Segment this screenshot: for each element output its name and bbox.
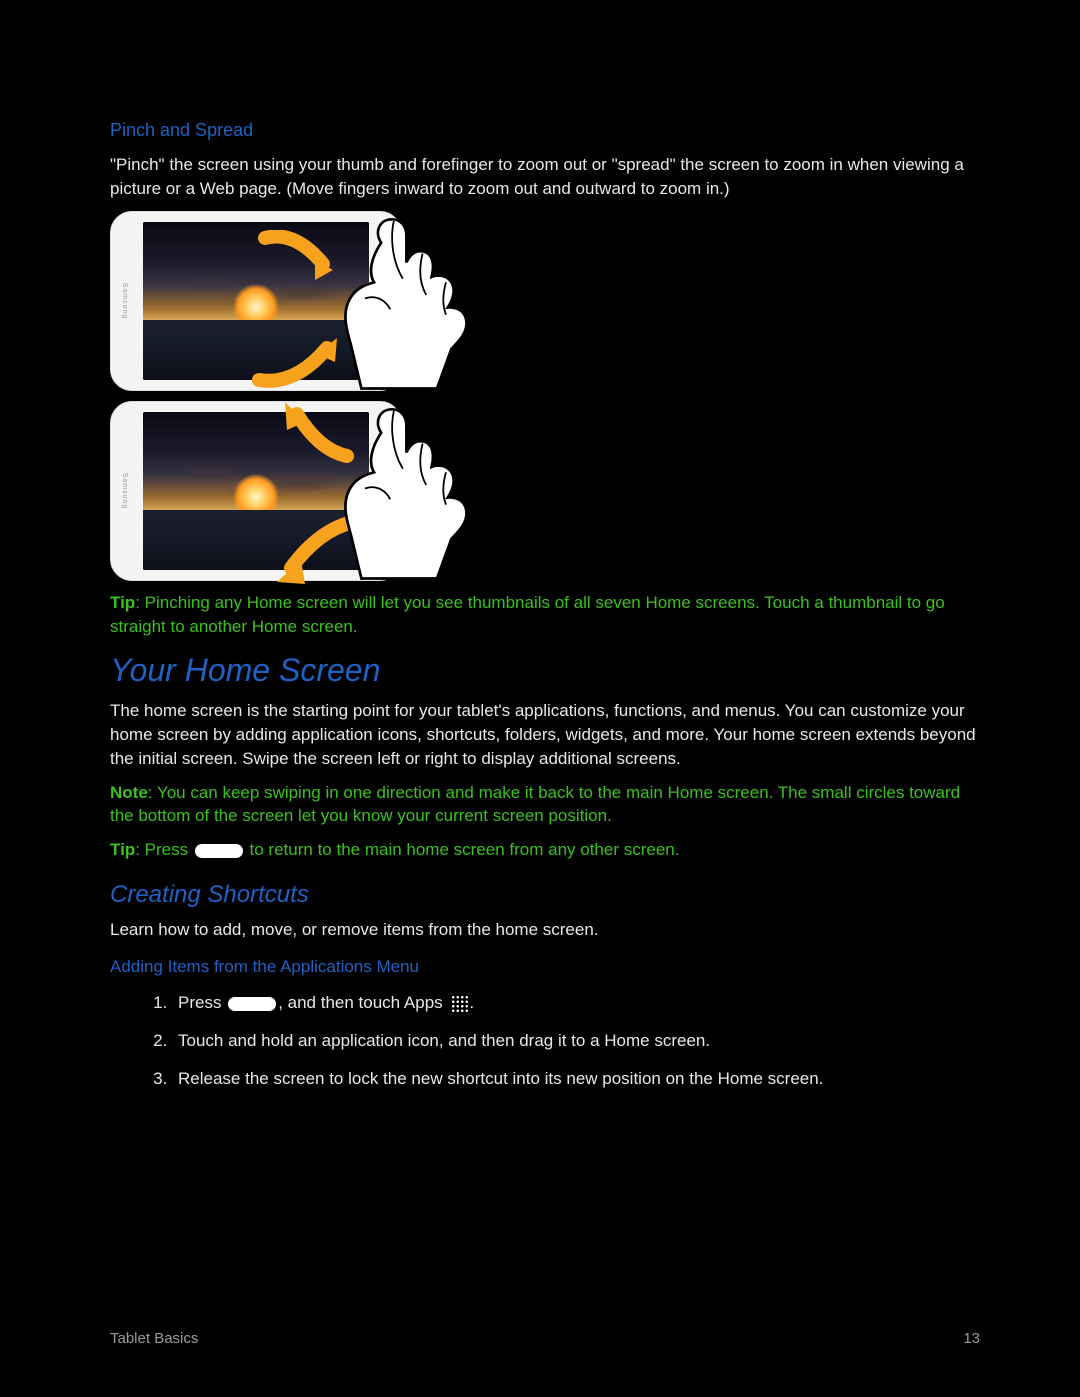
note-text: : You can keep swiping in one direction … — [110, 783, 960, 826]
camera-dot — [380, 472, 387, 479]
apps-grid-icon — [451, 995, 469, 1013]
tip-after: to return to the main home screen from a… — [245, 840, 680, 859]
heading-adding-items: Adding Items from the Applications Menu — [110, 955, 980, 979]
body-pinch-spread: "Pinch" the screen using your thumb and … — [110, 153, 980, 201]
pinch-spread-illustration: Samsung — [110, 211, 980, 581]
list-item: Release the screen to lock the new short… — [172, 1067, 980, 1091]
tip-home: Tip: Press to return to the main home sc… — [110, 838, 980, 862]
heading-pinch-spread: Pinch and Spread — [110, 118, 980, 143]
tip-text: : Pinching any Home screen will let you … — [110, 593, 945, 636]
body-creating-shortcuts: Learn how to add, move, or remove items … — [110, 918, 980, 942]
body-home-screen: The home screen is the starting point fo… — [110, 699, 980, 770]
camera-dot — [380, 282, 387, 289]
list-item: Press , and then touch Apps . — [172, 991, 980, 1015]
speaker-dot — [382, 304, 386, 308]
heading-home-screen: Your Home Screen — [110, 648, 980, 693]
tip-before: : Press — [135, 840, 193, 859]
heading-creating-shortcuts: Creating Shortcuts — [110, 878, 980, 912]
home-button-icon — [195, 844, 243, 858]
step1-mid: , and then touch — [278, 993, 404, 1012]
note-home: Note: You can keep swiping in one direct… — [110, 781, 980, 829]
tablet-spread: Samsung — [110, 401, 402, 581]
footer-section: Tablet Basics — [110, 1328, 198, 1349]
footer-page-number: 13 — [963, 1328, 980, 1349]
tablet-screen — [143, 222, 369, 380]
list-item: Touch and hold an application icon, and … — [172, 1029, 980, 1053]
tablet-pinch: Samsung — [110, 211, 402, 391]
tablet-screen — [143, 412, 369, 570]
steps-list: Press , and then touch Apps . Touch and … — [110, 991, 980, 1090]
step1-before: Press — [178, 993, 226, 1012]
tip-pinch: Tip: Pinching any Home screen will let y… — [110, 591, 980, 639]
tip-label: Tip — [110, 840, 135, 859]
page-footer: Tablet Basics 13 — [110, 1328, 980, 1349]
brand-label: Samsung — [119, 282, 129, 319]
home-button-icon — [228, 997, 276, 1011]
tip-label: Tip — [110, 593, 135, 612]
speaker-dot — [382, 494, 386, 498]
note-label: Note — [110, 783, 148, 802]
brand-label: Samsung — [119, 472, 129, 509]
step1-bold: Apps — [404, 993, 443, 1012]
